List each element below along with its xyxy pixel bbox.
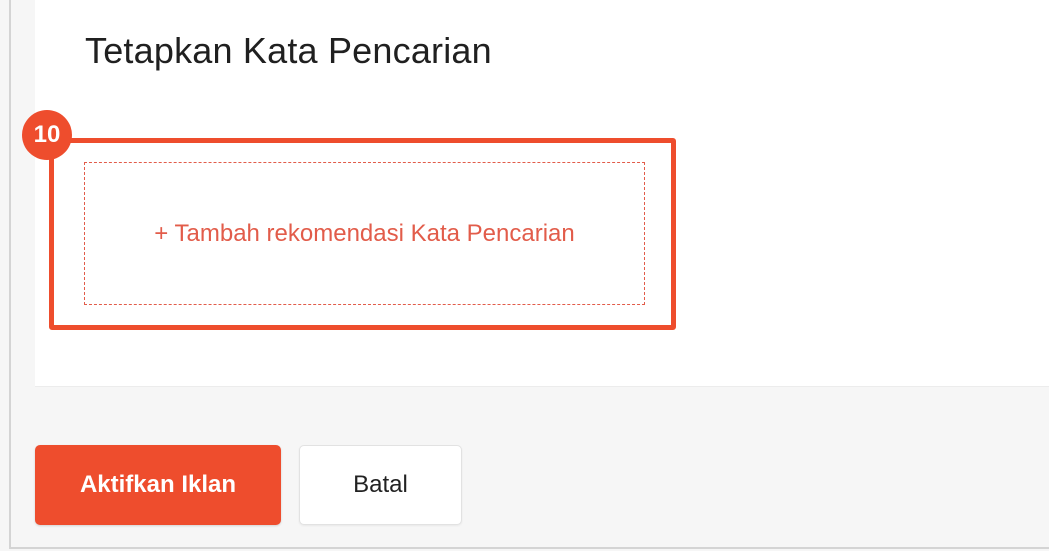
cancel-label: Batal [353, 471, 408, 498]
activate-ad-button[interactable]: Aktifkan Iklan [35, 445, 281, 525]
tutorial-highlight-box [49, 138, 676, 330]
cancel-button[interactable]: Batal [299, 445, 462, 525]
step-number-badge: 10 [22, 110, 72, 160]
section-title: Tetapkan Kata Pencarian [85, 30, 492, 71]
step-number: 10 [33, 121, 61, 148]
activate-ad-label: Aktifkan Iklan [79, 471, 237, 498]
